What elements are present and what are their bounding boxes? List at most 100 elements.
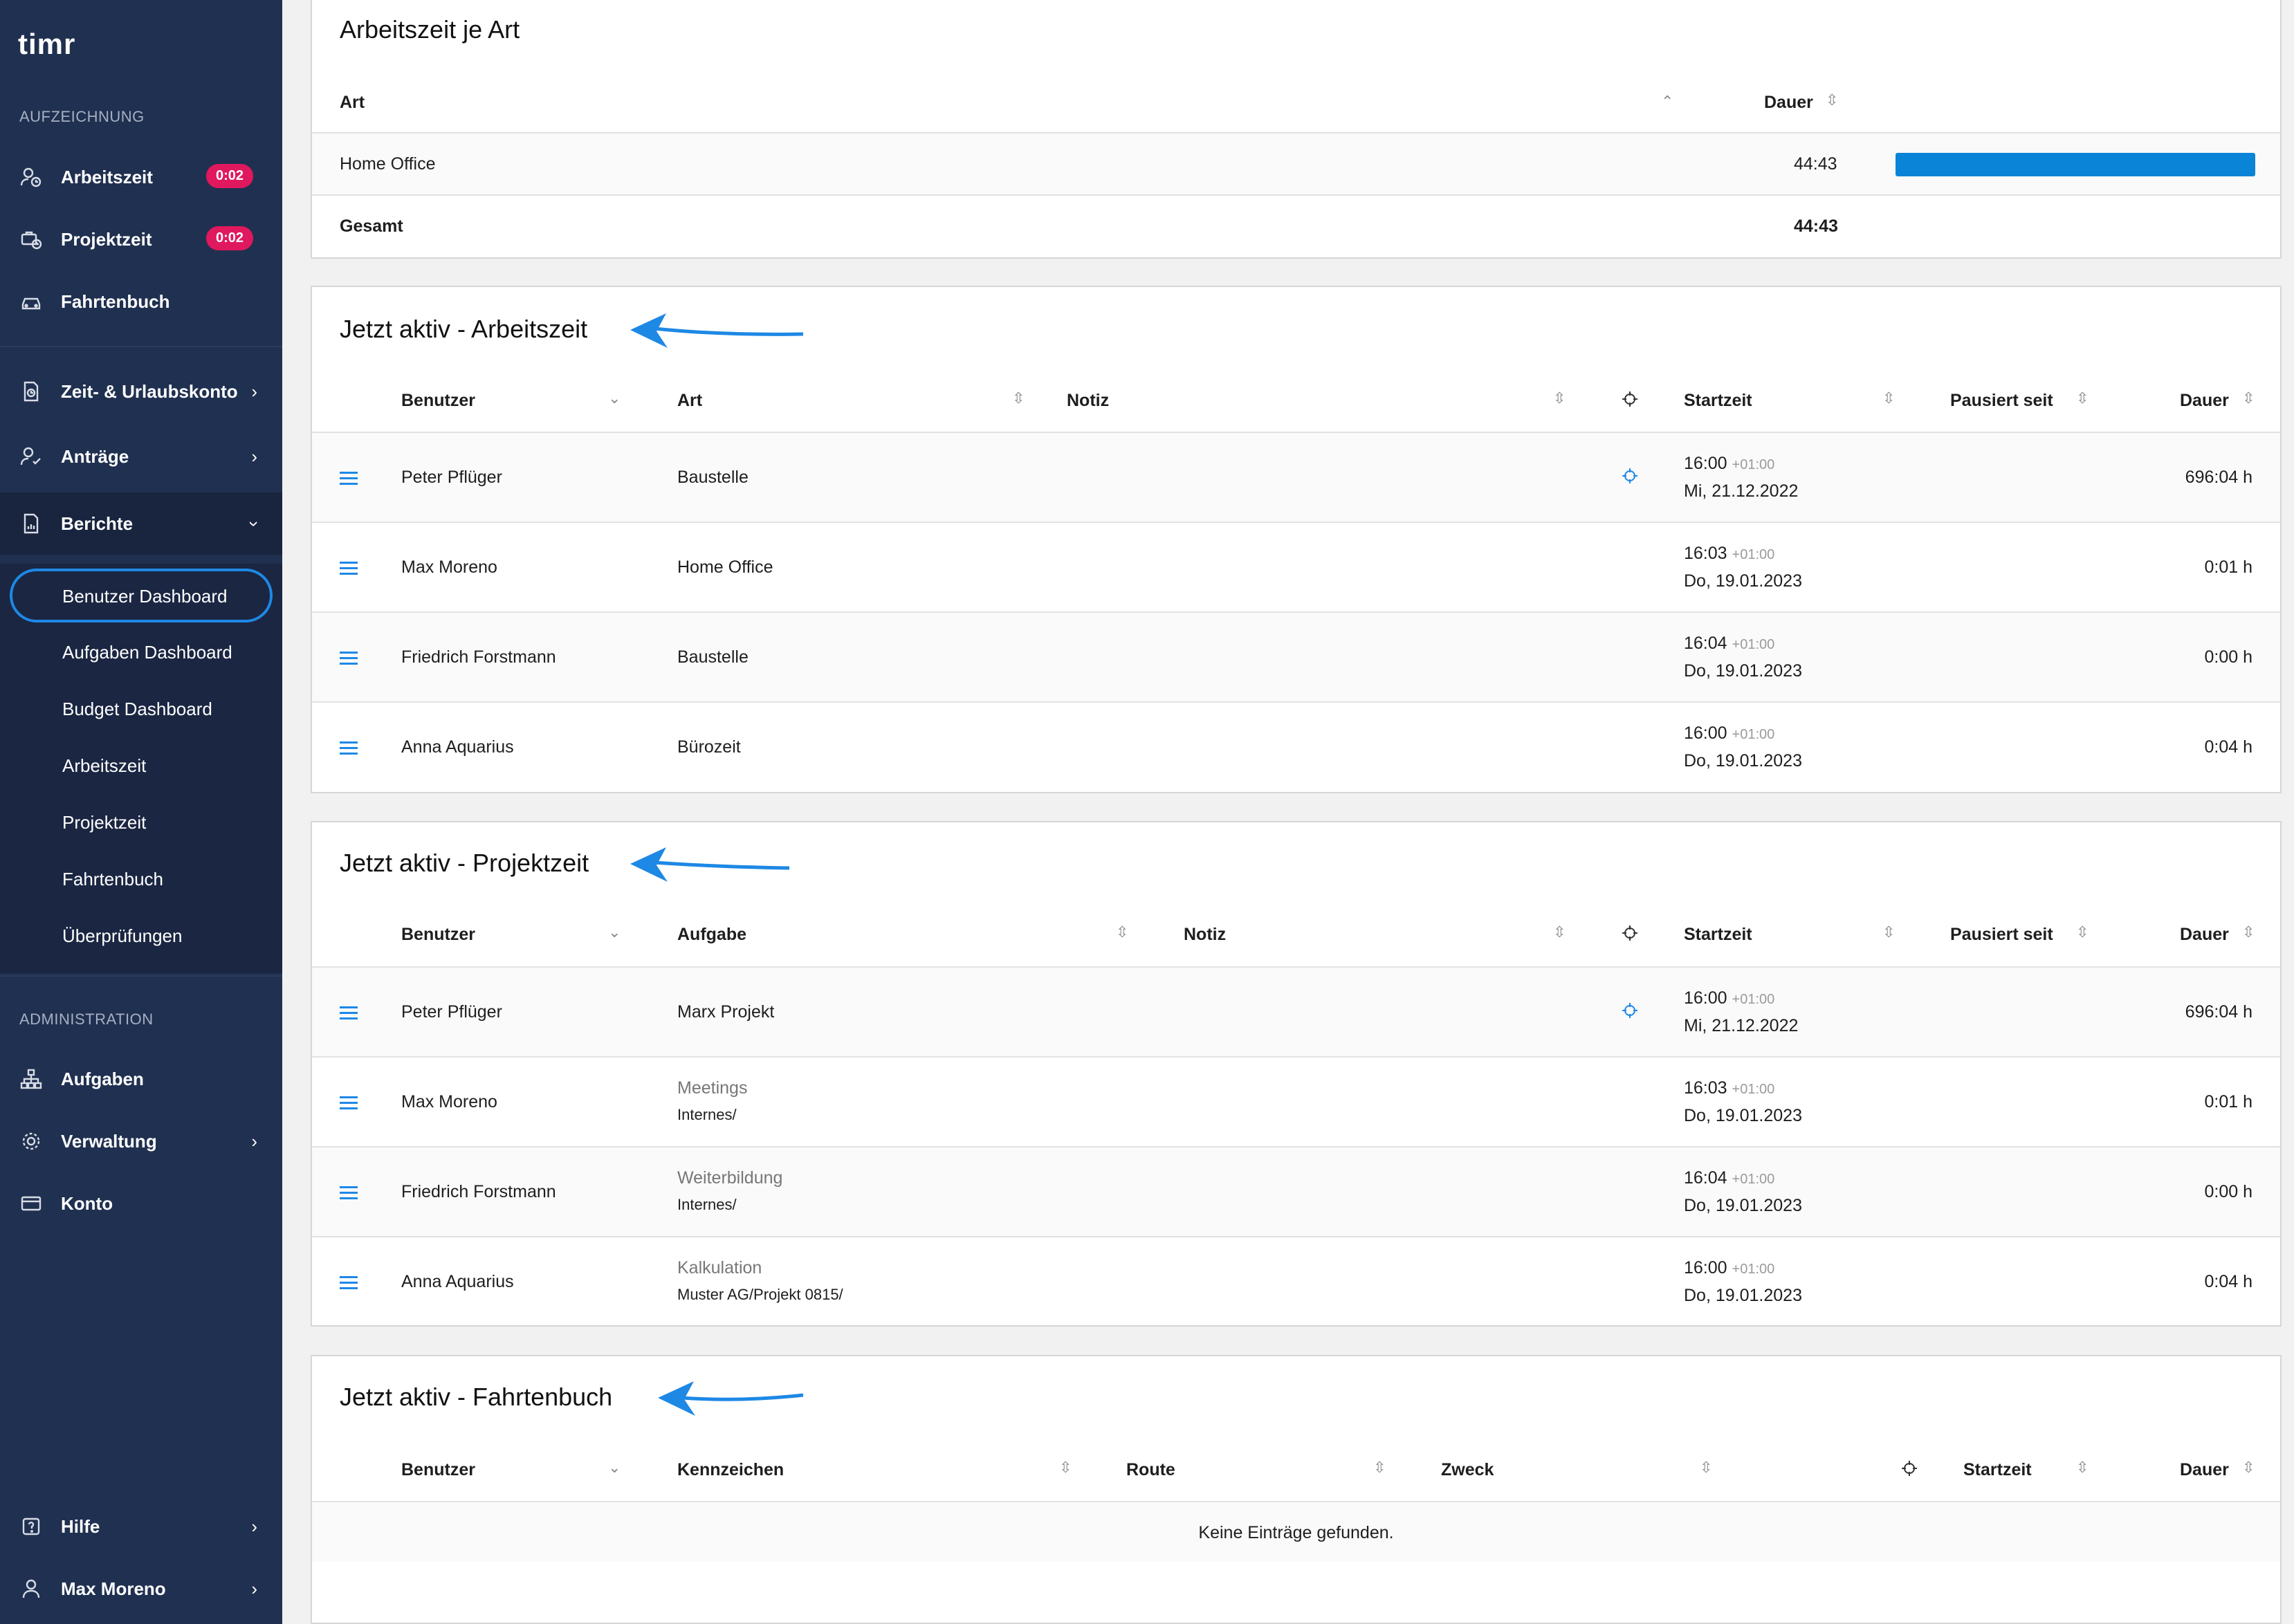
sidebar-item-projektzeit[interactable]: Projektzeit 0:02	[0, 208, 282, 270]
sort-icon[interactable]: ⇳	[1116, 923, 1128, 941]
sort-desc-icon[interactable]: ⌄	[608, 1459, 621, 1477]
arbeitszeit-timer-badge: 0:02	[206, 164, 254, 188]
start-time: 16:03 +01:00	[1684, 544, 1775, 563]
duration: 0:01 h	[2204, 557, 2252, 577]
sidebar-subitem-aufgaben-dashboard[interactable]: Aufgaben Dashboard	[0, 625, 282, 680]
sidebar-item-verwaltung[interactable]: Verwaltung ›	[0, 1110, 282, 1172]
sidebar-item-zeit-urlaubskonto[interactable]: Zeit- & Urlaubskonto ›	[0, 360, 282, 423]
task-name: Meetings	[677, 1078, 748, 1098]
sidebar-item-konto[interactable]: Konto	[0, 1172, 282, 1235]
table-row: Home Office 44:43	[312, 132, 2280, 194]
sort-desc-icon[interactable]: ⌄	[608, 389, 621, 407]
total-label: Gesamt	[340, 216, 403, 236]
sort-icon[interactable]: ⇳	[1882, 923, 1895, 941]
sort-icon[interactable]: ⇳	[2242, 1459, 2255, 1477]
chevron-right-icon: ›	[251, 1515, 257, 1537]
hierarchy-icon	[19, 1067, 43, 1091]
sort-asc-icon[interactable]: ⌃	[1661, 93, 1673, 111]
sidebar-item-aufgaben[interactable]: Aufgaben	[0, 1048, 282, 1110]
column-header-route[interactable]: Route	[1126, 1460, 1175, 1480]
column-header-zweck[interactable]: Zweck	[1441, 1460, 1494, 1480]
column-header-benutzer[interactable]: Benutzer	[401, 925, 475, 945]
column-header-kennzeichen[interactable]: Kennzeichen	[677, 1460, 784, 1480]
column-header-aufgabe[interactable]: Aufgabe	[677, 925, 746, 945]
menu-icon[interactable]	[340, 562, 358, 575]
sidebar-item-user-profile[interactable]: Max Moreno ›	[0, 1558, 282, 1620]
sort-icon[interactable]: ⇳	[2242, 389, 2255, 407]
sort-icon[interactable]: ⇳	[1882, 389, 1895, 407]
sort-icon[interactable]: ⇳	[1059, 1459, 1072, 1477]
column-header-startzeit[interactable]: Startzeit	[1684, 925, 1752, 945]
sidebar-subitem-projektzeit[interactable]: Projektzeit	[0, 795, 282, 850]
credit-card-icon	[19, 1192, 43, 1215]
sort-icon[interactable]: ⇳	[1826, 91, 1838, 109]
sidebar-item-antraege[interactable]: Anträge ›	[0, 425, 282, 488]
menu-icon[interactable]	[340, 652, 358, 665]
menu-icon[interactable]	[340, 472, 358, 485]
menu-icon[interactable]	[340, 741, 358, 755]
sidebar-subitem-arbeitszeit[interactable]: Arbeitszeit	[0, 738, 282, 793]
column-header-dauer[interactable]: Dauer	[2180, 391, 2229, 411]
sort-icon[interactable]: ⇳	[2242, 923, 2255, 941]
location-target-icon[interactable]	[1622, 1002, 1638, 1019]
sort-icon[interactable]: ⇳	[1373, 1459, 1386, 1477]
sidebar-subitem-ueberpruefungen[interactable]: Überprüfungen	[0, 908, 282, 963]
user-clock-icon	[19, 165, 43, 189]
table-row[interactable]: Max Moreno Home Office 16:03 +01:00 Do, …	[312, 522, 2280, 611]
sidebar-item-fahrtenbuch[interactable]: Fahrtenbuch	[0, 270, 282, 333]
menu-icon[interactable]	[340, 1276, 358, 1289]
column-header-dauer[interactable]: Dauer	[2180, 1460, 2229, 1480]
column-header-art[interactable]: Art	[677, 391, 702, 411]
user-name: Peter Pflüger	[401, 468, 502, 487]
menu-icon[interactable]	[340, 1096, 358, 1109]
sidebar-subitem-benutzer-dashboard[interactable]: Benutzer Dashboard	[0, 569, 282, 624]
column-header-pausiert-seit[interactable]: Pausiert seit	[1950, 925, 2053, 945]
column-header-dauer[interactable]: Dauer	[2180, 925, 2229, 945]
sidebar-item-berichte[interactable]: Berichte ›	[0, 492, 282, 555]
table-row[interactable]: Peter Pflüger Baustelle 16:00 +01:00 Mi,…	[312, 432, 2280, 522]
sort-icon[interactable]: ⇳	[1012, 389, 1025, 407]
sidebar-item-hilfe[interactable]: Hilfe ›	[0, 1495, 282, 1558]
panel-title: Arbeitszeit je Art	[340, 15, 520, 44]
menu-icon[interactable]	[340, 1006, 358, 1019]
start-date: Do, 19.01.2023	[1684, 1106, 1802, 1125]
start-time: 16:03 +01:00	[1684, 1078, 1775, 1098]
table-row[interactable]: Friedrich Forstmann Weiterbildung Intern…	[312, 1146, 2280, 1236]
sort-icon[interactable]: ⇳	[2076, 1459, 2089, 1477]
column-header-pausiert-seit[interactable]: Pausiert seit	[1950, 391, 2053, 411]
column-header-art[interactable]: Art	[340, 93, 365, 113]
sort-icon[interactable]: ⇳	[2076, 389, 2089, 407]
table-row[interactable]: Friedrich Forstmann Baustelle 16:04 +01:…	[312, 611, 2280, 701]
column-header-benutzer[interactable]: Benutzer	[401, 1460, 475, 1480]
start-date: Do, 19.01.2023	[1684, 1286, 1802, 1305]
table-row[interactable]: Peter Pflüger Marx Projekt 16:00 +01:00 …	[312, 966, 2280, 1056]
table-row[interactable]: Anna Aquarius Bürozeit 16:00 +01:00 Do, …	[312, 701, 2280, 792]
sort-icon[interactable]: ⇳	[2076, 923, 2089, 941]
table-row[interactable]: Max Moreno Meetings Internes/ 16:03 +01:…	[312, 1056, 2280, 1146]
sort-icon[interactable]: ⇳	[1553, 923, 1566, 941]
type-name: Home Office	[340, 154, 436, 174]
work-type: Baustelle	[677, 468, 749, 487]
column-header-notiz[interactable]: Notiz	[1184, 925, 1226, 945]
menu-icon[interactable]	[340, 1186, 358, 1199]
sort-icon[interactable]: ⇳	[1700, 1459, 1712, 1477]
sidebar-subitem-budget-dashboard[interactable]: Budget Dashboard	[0, 681, 282, 737]
sidebar-item-arbeitszeit[interactable]: Arbeitszeit 0:02	[0, 146, 282, 208]
duration: 0:00 h	[2204, 1182, 2252, 1201]
selection-outline	[10, 569, 273, 622]
timr-logo[interactable]: timr	[18, 28, 75, 61]
column-header-startzeit[interactable]: Startzeit	[1684, 391, 1752, 411]
location-target-icon[interactable]	[1622, 468, 1638, 484]
column-header-startzeit[interactable]: Startzeit	[1963, 1460, 2032, 1480]
table-row[interactable]: Anna Aquarius Kalkulation Muster AG/Proj…	[312, 1236, 2280, 1325]
work-type: Home Office	[677, 557, 773, 577]
column-header-notiz[interactable]: Notiz	[1067, 391, 1109, 411]
sort-desc-icon[interactable]: ⌄	[608, 923, 621, 941]
start-time: 16:00 +01:00	[1684, 1258, 1775, 1277]
sidebar-subitem-fahrtenbuch[interactable]: Fahrtenbuch	[0, 851, 282, 907]
column-header-benutzer[interactable]: Benutzer	[401, 391, 475, 411]
location-target-icon	[1622, 391, 1638, 407]
column-header-dauer[interactable]: Dauer	[1764, 93, 1813, 113]
user-icon	[19, 1577, 43, 1600]
sort-icon[interactable]: ⇳	[1553, 389, 1566, 407]
